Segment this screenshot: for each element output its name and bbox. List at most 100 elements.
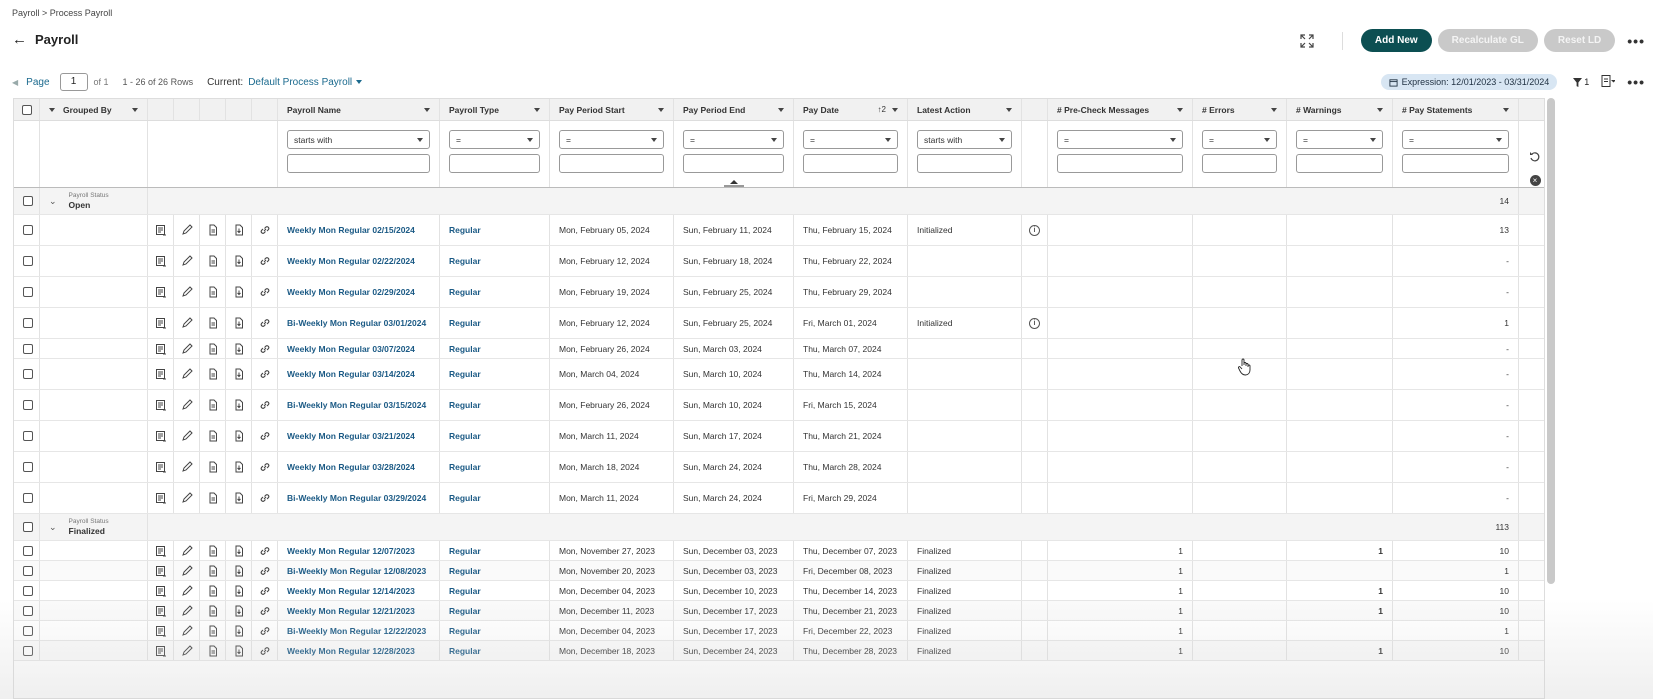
link-icon[interactable]	[259, 430, 271, 442]
document-icon[interactable]	[207, 492, 219, 504]
document-icon[interactable]	[207, 585, 219, 597]
table-row[interactable]: Weekly Mon Regular 12/21/2023 Regular Mon,…	[14, 601, 1544, 621]
edit-icon[interactable]	[181, 224, 193, 236]
payroll-type-link[interactable]: Regular	[449, 566, 481, 576]
expand-icon[interactable]	[1300, 33, 1314, 48]
collapse-icon[interactable]	[49, 107, 55, 112]
table-row[interactable]: Weekly Mon Regular 02/29/2024 Regular Mon,…	[14, 277, 1544, 308]
add-new-button[interactable]: Add New	[1360, 29, 1432, 52]
payroll-type-link[interactable]: Regular	[449, 344, 481, 354]
row-checkbox[interactable]	[23, 225, 33, 235]
column-menu-icon[interactable]	[1377, 107, 1383, 112]
errors-operator-select[interactable]: =	[1202, 130, 1277, 149]
payroll-type-link[interactable]: Regular	[449, 318, 481, 328]
payroll-type-link[interactable]: Regular	[449, 493, 481, 503]
document-icon[interactable]	[207, 545, 219, 557]
report-icon[interactable]	[233, 368, 245, 380]
view-details-icon[interactable]	[155, 625, 167, 637]
report-icon[interactable]	[233, 430, 245, 442]
link-icon[interactable]	[259, 255, 271, 267]
column-menu-icon[interactable]	[892, 107, 898, 112]
link-icon[interactable]	[259, 368, 271, 380]
back-arrow-icon[interactable]: ←	[12, 32, 27, 47]
pay-period-end-filter-input[interactable]	[683, 154, 784, 173]
collapse-filters-icon[interactable]	[723, 179, 744, 187]
row-checkbox[interactable]	[23, 605, 33, 616]
view-details-icon[interactable]	[155, 317, 167, 329]
payroll-type-link[interactable]: Regular	[449, 369, 481, 379]
warnings-value[interactable]: 1	[1378, 586, 1383, 596]
vertical-scrollbar[interactable]	[1547, 98, 1555, 584]
latest-action-filter-input[interactable]	[917, 154, 1012, 173]
payroll-type-filter-input[interactable]	[449, 154, 540, 173]
report-icon[interactable]	[233, 545, 245, 557]
row-checkbox[interactable]	[23, 585, 33, 596]
row-checkbox[interactable]	[23, 625, 33, 636]
link-icon[interactable]	[259, 565, 271, 577]
view-details-icon[interactable]	[155, 286, 167, 298]
reset-ld-button[interactable]: Reset LD	[1543, 29, 1616, 52]
link-icon[interactable]	[259, 585, 271, 597]
group-row-finalized[interactable]: ⌄ Payroll Status Finalized 113	[14, 514, 1544, 541]
table-row[interactable]: Weekly Mon Regular 03/07/2024 Regular Mon,…	[14, 339, 1544, 359]
table-row[interactable]: Weekly Mon Regular 02/22/2024 Regular Mon,…	[14, 246, 1544, 277]
column-menu-icon[interactable]	[1177, 107, 1183, 112]
payroll-type-link[interactable]: Regular	[449, 546, 481, 556]
report-icon[interactable]	[233, 343, 245, 355]
column-menu-icon[interactable]	[778, 107, 784, 112]
report-icon[interactable]	[233, 317, 245, 329]
link-icon[interactable]	[259, 286, 271, 298]
document-icon[interactable]	[207, 430, 219, 442]
report-icon[interactable]	[233, 255, 245, 267]
link-icon[interactable]	[259, 645, 271, 657]
link-icon[interactable]	[259, 224, 271, 236]
pay-date-header[interactable]: Pay Date ↑2	[794, 99, 908, 120]
payroll-type-link[interactable]: Regular	[449, 225, 481, 235]
payroll-name-link[interactable]: Weekly Mon Regular 03/28/2024	[287, 462, 415, 472]
payroll-type-link[interactable]: Regular	[449, 462, 481, 472]
payroll-name-filter-input[interactable]	[287, 154, 430, 173]
chevron-down-icon[interactable]: ⌄	[49, 522, 57, 533]
edit-icon[interactable]	[181, 399, 193, 411]
edit-icon[interactable]	[181, 544, 193, 557]
row-checkbox[interactable]	[23, 318, 33, 328]
pre-check-operator-select[interactable]: =	[1057, 130, 1183, 149]
edit-icon[interactable]	[181, 255, 193, 267]
column-menu-icon[interactable]	[1006, 107, 1012, 112]
row-checkbox[interactable]	[23, 493, 33, 503]
latest-action-header[interactable]: Latest Action	[908, 99, 1022, 120]
warnings-filter-input[interactable]	[1296, 154, 1383, 173]
table-row[interactable]: Weekly Mon Regular 03/28/2024 Regular Mon,…	[14, 452, 1544, 483]
row-checkbox[interactable]	[23, 545, 33, 556]
column-menu-icon[interactable]	[424, 107, 430, 112]
payroll-type-link[interactable]: Regular	[449, 646, 481, 656]
row-checkbox[interactable]	[23, 462, 33, 472]
column-menu-icon[interactable]	[658, 107, 664, 112]
recalculate-gl-button[interactable]: Recalculate GL	[1437, 29, 1538, 52]
view-details-icon[interactable]	[155, 224, 167, 236]
reset-filters-icon[interactable]	[1529, 151, 1541, 163]
chevron-down-icon[interactable]: ⌄	[49, 196, 57, 207]
pay-statements-filter-input[interactable]	[1402, 154, 1509, 173]
export-icon[interactable]	[1601, 74, 1617, 90]
report-icon[interactable]	[233, 399, 245, 411]
payroll-name-link[interactable]: Weekly Mon Regular 02/22/2024	[287, 256, 415, 266]
pre-check-filter-input[interactable]	[1057, 154, 1183, 173]
payroll-name-link[interactable]: Bi-Weekly Mon Regular 12/22/2023	[287, 626, 426, 636]
clear-filters-icon[interactable]: ×	[1529, 175, 1541, 186]
column-menu-icon[interactable]	[534, 107, 540, 112]
table-row[interactable]: Bi-Weekly Mon Regular 12/08/2023 Regular M…	[14, 561, 1544, 581]
group-row-open[interactable]: ⌄ Payroll Status Open 14	[14, 188, 1544, 215]
table-row[interactable]: Weekly Mon Regular 12/07/2023 Regular Mon,…	[14, 541, 1544, 561]
view-details-icon[interactable]	[155, 545, 167, 557]
warnings-value[interactable]: 1	[1378, 546, 1383, 556]
filter-button[interactable]: 1	[1573, 77, 1589, 87]
row-checkbox[interactable]	[23, 565, 33, 576]
view-details-icon[interactable]	[155, 645, 167, 657]
document-icon[interactable]	[207, 224, 219, 236]
errors-header[interactable]: # Errors	[1193, 99, 1287, 120]
document-icon[interactable]	[207, 461, 219, 473]
payroll-name-link[interactable]: Weekly Mon Regular 12/14/2023	[287, 586, 415, 596]
payroll-name-link[interactable]: Weekly Mon Regular 03/07/2024	[287, 344, 415, 354]
prev-page-icon[interactable]: ◀	[12, 78, 18, 87]
